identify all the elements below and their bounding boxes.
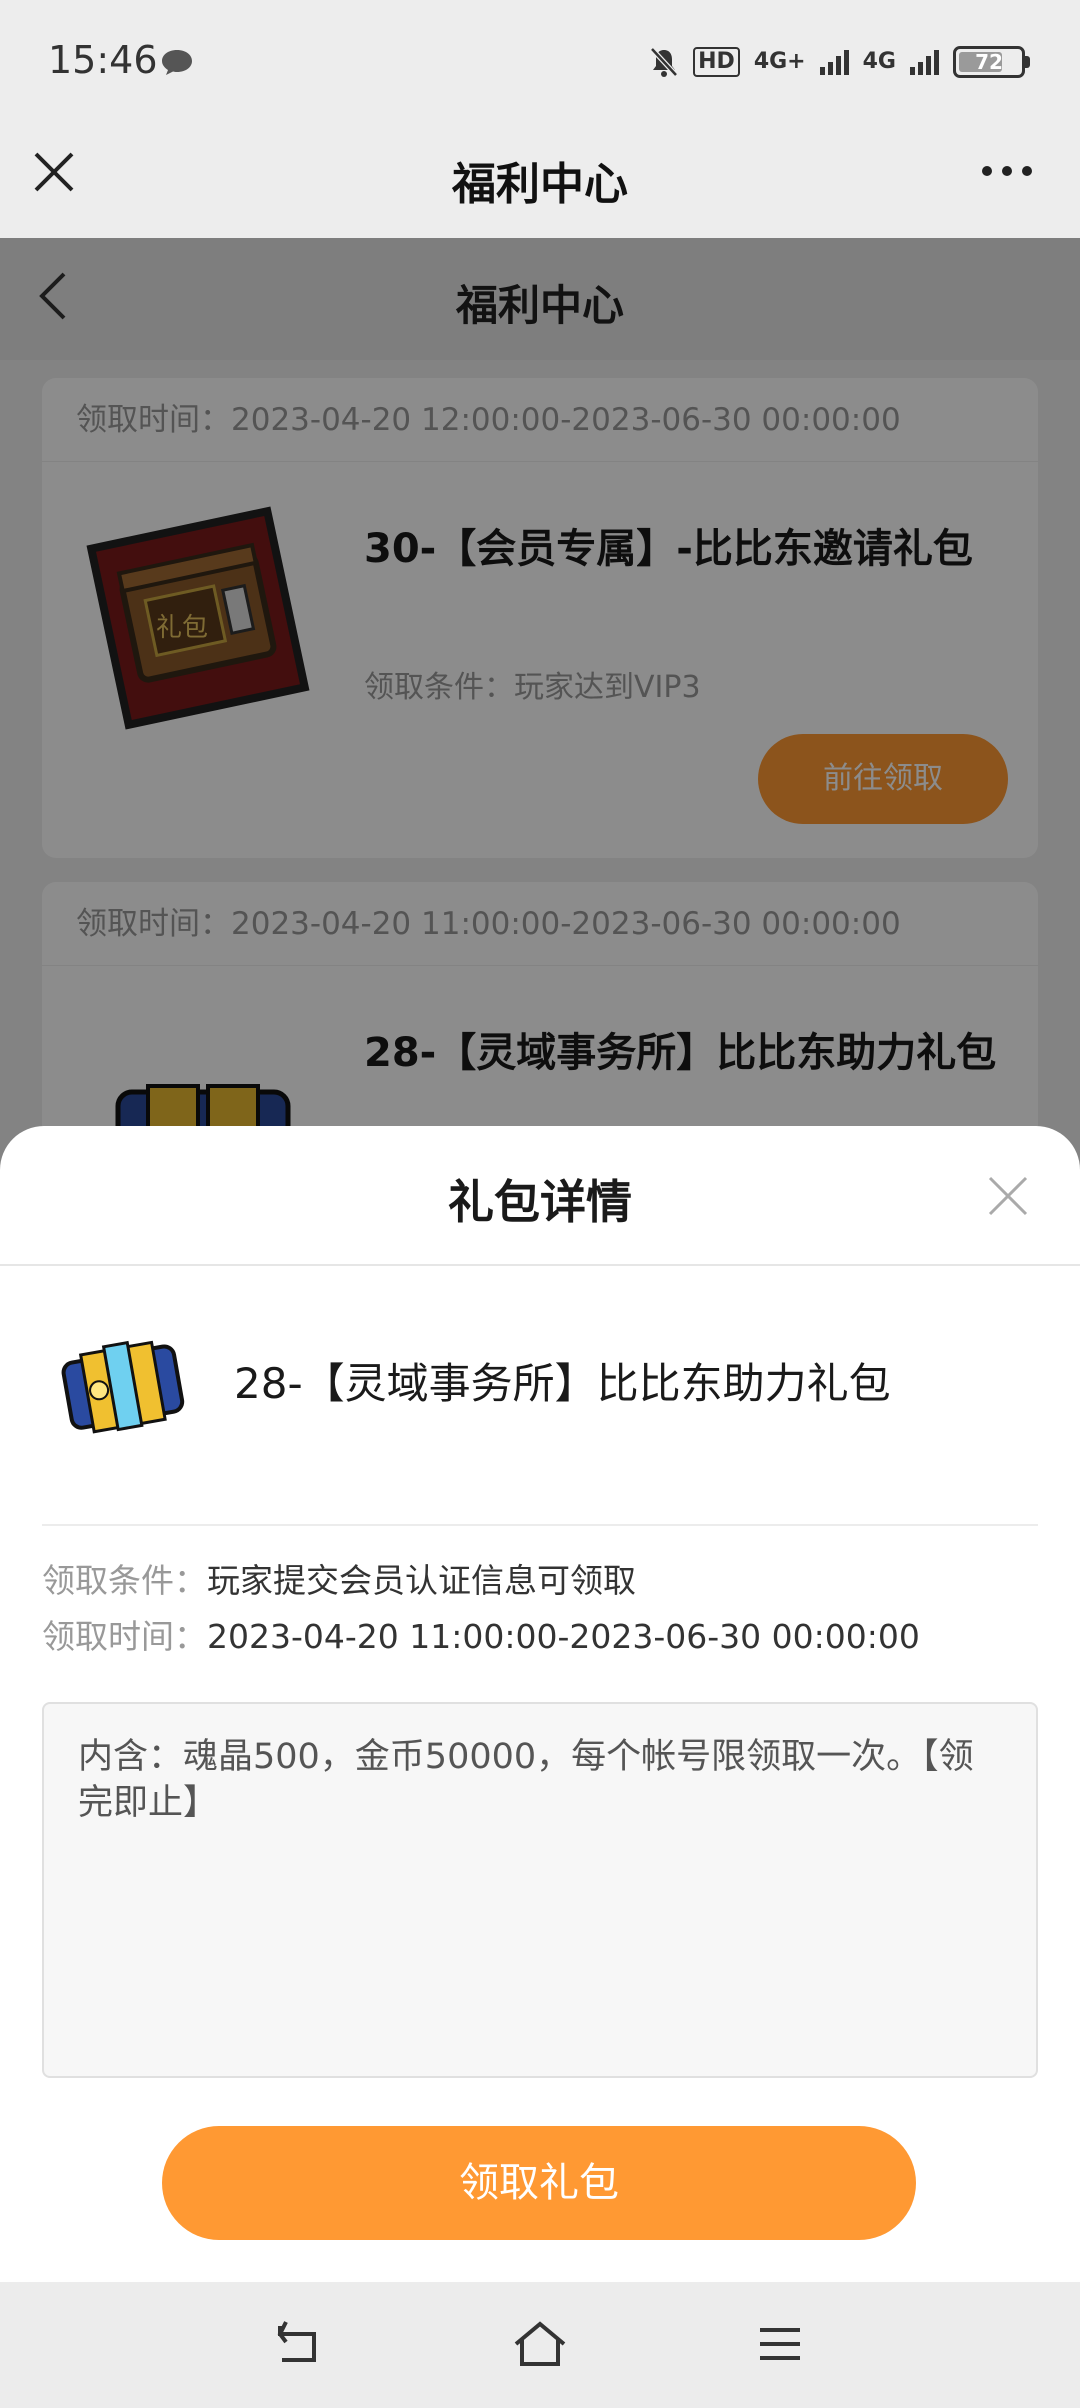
mute-icon [650,47,678,77]
battery-level: 72 [975,50,1003,74]
gift-detail-sheet: 礼包详情 28-【灵域事务所】比比东助力礼包 领取条件：玩家提交会员认证信息可领… [0,1126,1080,2282]
signal-icon [910,49,939,75]
gift-name: 28-【灵域事务所】比比东助力礼包 [234,1359,891,1408]
time-label: 领取时间： [42,1617,207,1656]
battery-icon: 72 [953,46,1030,78]
hd-label: HD [693,47,740,77]
home-icon[interactable] [512,2318,568,2370]
menu-icon[interactable] [752,2318,808,2370]
message-icon [162,50,192,75]
back-nav-icon[interactable] [272,2318,328,2370]
app-title: 福利中心 [452,159,628,210]
status-time: 15:46 [48,38,158,82]
sheet-title: 礼包详情 [448,1175,632,1229]
condition-value: 玩家提交会员认证信息可领取 [207,1561,636,1600]
network-label-2: 4G [862,49,896,74]
gift-chest-image [61,1340,185,1434]
condition-label: 领取条件： [42,1561,207,1600]
status-bar: 15:46 HD 4G+ 4G 72 [0,0,1080,128]
signal-icon [819,49,849,75]
time-value: 2023-04-20 11:00:00-2023-06-30 00:00:00 [207,1617,920,1656]
app-title-bar: 福利中心 [0,128,1080,238]
close-icon[interactable] [986,1174,1030,1218]
condition-row: 领取条件：玩家提交会员认证信息可领取 [42,1554,636,1602]
divider [0,1264,1080,1266]
system-nav-bar [0,2282,1080,2408]
time-row: 领取时间：2023-04-20 11:00:00-2023-06-30 00:0… [42,1610,920,1658]
status-icons: HD 4G+ 4G 72 [649,42,1030,82]
gift-description: 内含：魂晶500，金币50000，每个帐号限领取一次。【领完即止】 [42,1702,1038,2078]
claim-gift-button[interactable]: 领取礼包 [162,2126,916,2240]
network-label-1: 4G+ [753,49,806,74]
divider [42,1524,1038,1526]
more-icon[interactable] [982,166,1032,176]
